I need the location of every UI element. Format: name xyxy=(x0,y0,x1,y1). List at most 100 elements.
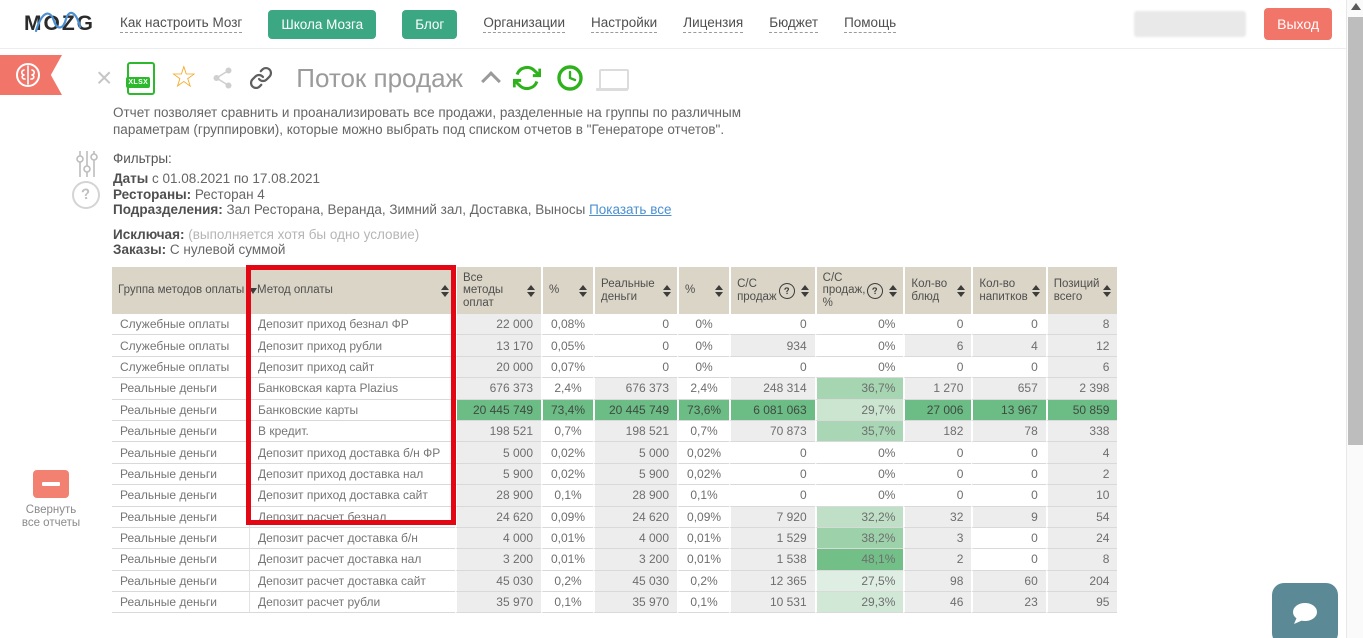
value-cell: 4 000 xyxy=(593,528,677,549)
value-cell: 60 xyxy=(971,571,1045,592)
schedule-clock-icon[interactable] xyxy=(556,64,584,92)
logout-button[interactable]: Выход xyxy=(1264,8,1332,40)
report-description: Отчет позволяет сравнить и проанализиров… xyxy=(113,105,741,138)
filters-sliders-icon xyxy=(76,149,98,179)
value-cell: 20 000 xyxy=(455,357,541,378)
user-account-blurred[interactable] xyxy=(1134,11,1246,37)
value-cell: 5 000 xyxy=(455,442,541,463)
vertical-scrollbar[interactable] xyxy=(1346,0,1363,638)
sort-icon[interactable] xyxy=(715,285,723,297)
method-cell: Депозит расчет доставка сайт xyxy=(249,571,455,592)
nav-item[interactable]: Как настроить Мозг xyxy=(120,15,242,33)
col-header-dishes[interactable]: Кол-во блюд xyxy=(903,267,971,314)
sort-icon[interactable] xyxy=(1103,285,1111,297)
value-cell: 27,5% xyxy=(815,571,904,592)
value-cell: 1 538 xyxy=(729,549,815,570)
table-row: Реальные деньгиВ кредит.198 5210,7%198 5… xyxy=(112,421,1117,442)
value-cell: 2 398 xyxy=(1046,378,1118,399)
table-row: Реальные деньгиДепозит расчет доставка б… xyxy=(112,528,1117,549)
col-label: Группа методов оплаты xyxy=(118,284,244,297)
close-icon[interactable]: × xyxy=(96,64,112,92)
export-xlsx-icon[interactable]: XLSX xyxy=(127,62,155,95)
col-header-group[interactable]: Группа методов оплаты xyxy=(112,267,249,314)
value-cell: 0,01% xyxy=(677,528,729,549)
value-cell: 0% xyxy=(677,314,729,335)
value-cell: 0,1% xyxy=(677,485,729,506)
value-cell: 4 xyxy=(971,335,1045,356)
nav-item[interactable]: Помощь xyxy=(844,15,896,33)
link-icon[interactable] xyxy=(249,66,273,90)
method-cell: Депозит приход доставка б/н ФР xyxy=(249,442,455,463)
help-icon[interactable]: ? xyxy=(866,281,884,299)
monitor-icon[interactable] xyxy=(599,69,629,90)
table-row: Реальные деньгиДепозит расчет безнал24 6… xyxy=(112,507,1117,528)
scrollbar-thumb[interactable] xyxy=(1348,17,1363,445)
value-cell: 0,08% xyxy=(541,314,593,335)
nav-item[interactable]: Бюджет xyxy=(769,15,818,33)
value-cell: 0 xyxy=(971,314,1045,335)
value-cell: 46 xyxy=(903,592,971,613)
nav-item[interactable]: Настройки xyxy=(591,15,657,33)
value-cell: 35 970 xyxy=(455,592,541,613)
col-header-all-methods[interactable]: Все методы оплат xyxy=(455,267,541,314)
value-cell: 6 xyxy=(1046,357,1118,378)
collapse-chevron-icon[interactable] xyxy=(481,71,501,91)
sort-icon[interactable] xyxy=(1032,285,1040,297)
col-header-pct-all[interactable]: % xyxy=(541,267,593,314)
value-cell: 0% xyxy=(815,357,904,378)
chat-bubble-icon xyxy=(1288,599,1322,629)
help-icon[interactable]: ? xyxy=(778,281,796,299)
table-row: Служебные оплатыДепозит приход безнал ФР… xyxy=(112,314,1117,335)
sort-icon[interactable] xyxy=(801,285,809,297)
sort-icon[interactable] xyxy=(579,285,587,297)
col-header-method[interactable]: Метод оплаты xyxy=(249,267,455,314)
table-row: Реальные деньгиБанковские карты20 445 74… xyxy=(112,400,1117,421)
sort-icon[interactable] xyxy=(527,285,535,297)
value-cell: 78 xyxy=(971,421,1045,442)
sort-icon[interactable] xyxy=(957,285,965,297)
col-header-drinks[interactable]: Кол-во напитков xyxy=(971,267,1045,314)
value-cell: 0 xyxy=(903,314,971,335)
question-icon[interactable]: ? xyxy=(70,179,102,211)
col-header-cost-pct[interactable]: С/С продаж, %? xyxy=(815,267,904,314)
mozg-logo[interactable]: MOZG xyxy=(24,7,86,41)
nav-item[interactable]: Организации xyxy=(483,15,565,33)
value-cell: 28 900 xyxy=(455,485,541,506)
sort-icon[interactable] xyxy=(663,285,671,297)
col-header-real-money[interactable]: Реальные деньги xyxy=(593,267,677,314)
value-cell: 0,01% xyxy=(677,549,729,570)
col-header-cost[interactable]: С/С продаж? xyxy=(729,267,815,314)
favorite-star-icon[interactable]: ☆ xyxy=(170,63,197,93)
scroll-up-arrow-icon[interactable] xyxy=(1351,3,1361,10)
col-header-pct-real[interactable]: % xyxy=(677,267,729,314)
value-cell: 657 xyxy=(971,378,1045,399)
nav-item[interactable]: Школа Мозга xyxy=(268,10,376,39)
sales-flow-table: Группа методов оплаты Метод оплатыВсе мет… xyxy=(112,267,1117,613)
value-cell: 0,01% xyxy=(541,528,593,549)
sort-icon[interactable] xyxy=(889,285,897,297)
collapse-all-button[interactable] xyxy=(33,470,69,498)
value-cell: 0,7% xyxy=(541,421,593,442)
filters-block: Даты с 01.08.2021 по 17.08.2021 Ресторан… xyxy=(113,171,672,258)
table-row: Реальные деньгиДепозит расчет доставка н… xyxy=(112,549,1117,570)
refresh-icon[interactable] xyxy=(513,64,541,92)
method-cell: Депозит приход доставка нал xyxy=(249,464,455,485)
col-header-positions[interactable]: Позиций всего xyxy=(1046,267,1118,314)
value-cell: 35 970 xyxy=(593,592,677,613)
nav-item[interactable]: Лицензия xyxy=(683,15,743,33)
show-all-link[interactable]: Показать все xyxy=(589,202,671,217)
value-cell: 20 445 749 xyxy=(593,400,677,421)
sort-icon[interactable] xyxy=(441,285,449,297)
chat-button[interactable] xyxy=(1272,583,1338,638)
value-cell: 0 xyxy=(729,485,815,506)
value-cell: 12 365 xyxy=(729,571,815,592)
nav-item[interactable]: Блог xyxy=(402,10,457,39)
filters-heading: Фильтры: xyxy=(113,151,172,166)
col-label: Позиций всего xyxy=(1054,278,1100,303)
value-cell: 0% xyxy=(677,357,729,378)
value-cell: 0% xyxy=(815,314,904,335)
value-cell: 5 900 xyxy=(593,464,677,485)
nav-links: Как настроить Мозг Школа Мозга Блог Организ… xyxy=(120,10,1134,39)
value-cell: 0% xyxy=(815,464,904,485)
share-icon[interactable] xyxy=(212,66,234,90)
